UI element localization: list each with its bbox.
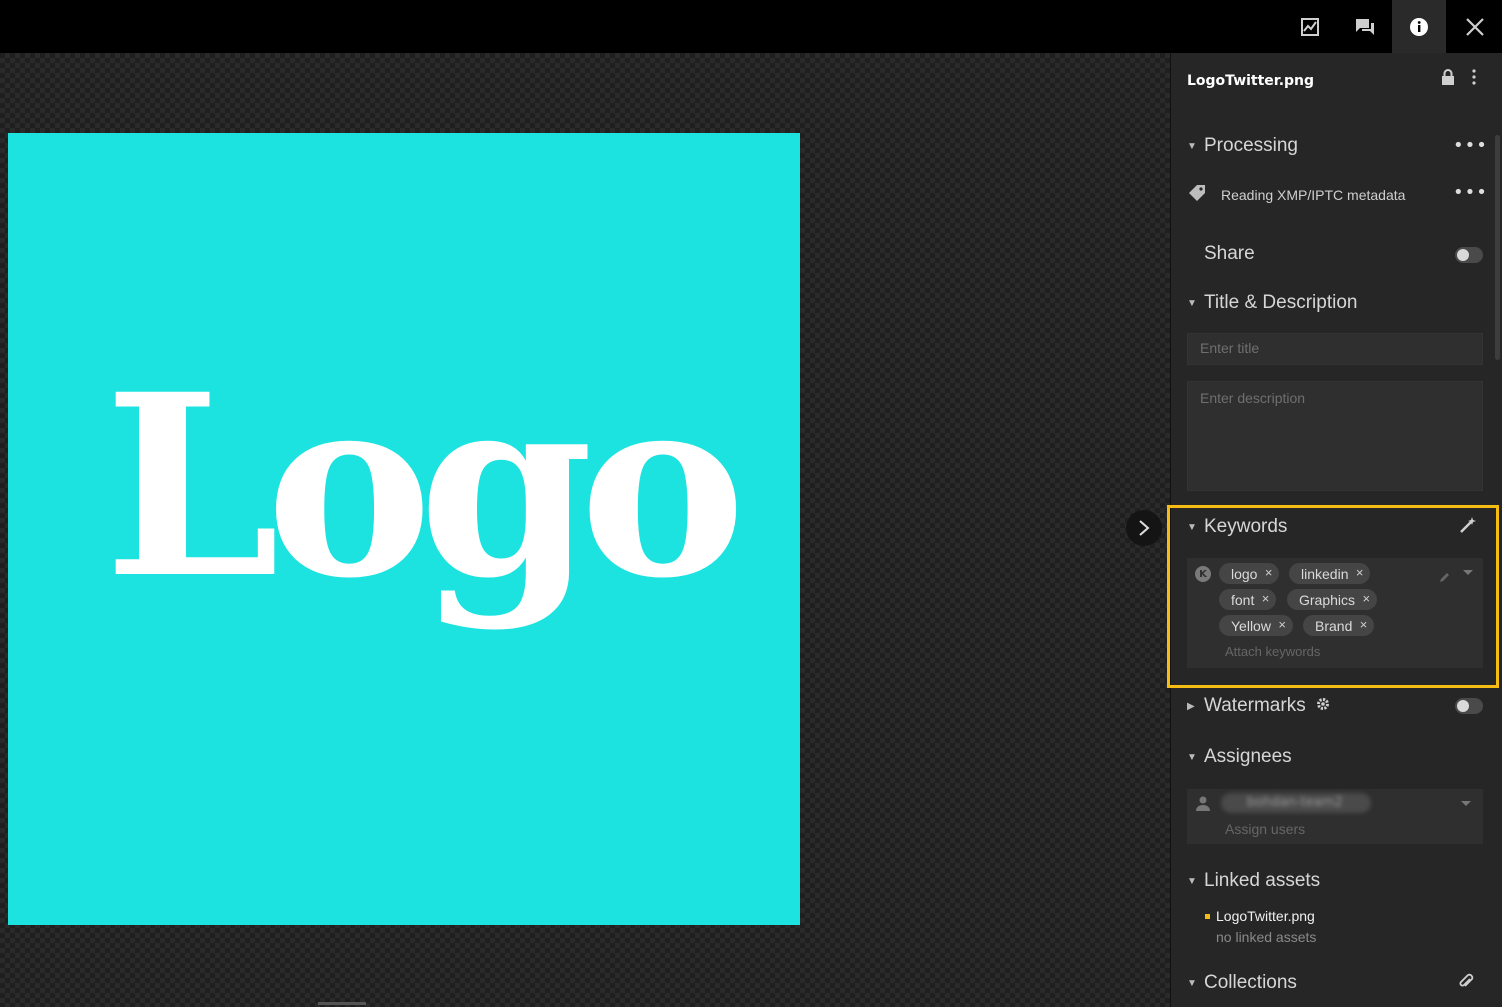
assignees-title: Assignees: [1204, 746, 1292, 767]
keyword-chip[interactable]: logo ×: [1219, 563, 1280, 584]
panel-scrollbar[interactable]: [1495, 135, 1500, 360]
collections-title: Collections: [1204, 972, 1297, 993]
processing-item: Reading XMP/IPTC metadata: [1187, 183, 1405, 206]
share-section-header: Share: [1204, 243, 1255, 265]
file-name: LogoTwitter.png: [1187, 73, 1315, 89]
preview-image: Logo: [8, 133, 800, 925]
remove-keyword-icon[interactable]: ×: [1278, 617, 1286, 632]
tag-icon: [1187, 183, 1207, 206]
caret-down-icon: ▼: [1187, 521, 1197, 533]
description-textarea[interactable]: Enter description: [1187, 381, 1483, 491]
keyword-chip-label: Brand: [1315, 617, 1353, 634]
assignee-chip[interactable]: bohdan-team2: [1221, 793, 1371, 813]
paperclip-icon[interactable]: [1458, 973, 1474, 995]
gear-icon[interactable]: [1316, 695, 1330, 717]
processing-more-icon[interactable]: •••: [1453, 135, 1488, 156]
preview-image-text: Logo: [104, 339, 746, 633]
filmstrip-handle[interactable]: [318, 1002, 366, 1005]
remove-keyword-icon[interactable]: ×: [1362, 591, 1370, 606]
collapse-panel-button[interactable]: [1126, 510, 1162, 546]
caret-right-icon: ▶: [1187, 700, 1195, 712]
title-description-section-header[interactable]: ▼ Title & Description: [1187, 292, 1357, 314]
lock-icon[interactable]: [1441, 69, 1455, 89]
top-toolbar: [0, 0, 1502, 53]
linked-assets-section-header[interactable]: ▼ Linked assets: [1187, 870, 1320, 892]
magic-wand-icon[interactable]: [1458, 515, 1478, 539]
close-icon[interactable]: [1448, 0, 1502, 53]
user-icon: [1195, 795, 1211, 815]
title-input-placeholder: Enter title: [1200, 340, 1260, 356]
keywords-placeholder: Attach keywords: [1225, 644, 1321, 659]
keyword-chip-label: logo: [1231, 565, 1258, 582]
remove-keyword-icon[interactable]: ×: [1265, 565, 1273, 580]
current-asset-dot: [1205, 914, 1210, 919]
collections-section-header[interactable]: ▼ Collections: [1187, 972, 1297, 994]
watermarks-section-header[interactable]: ▶ Watermarks: [1187, 695, 1330, 717]
processing-title: Processing: [1204, 135, 1298, 156]
dropdown-arrow-icon[interactable]: [1461, 801, 1471, 806]
asset-viewer: Logo: [0, 53, 1170, 1007]
more-options-icon[interactable]: [1471, 69, 1477, 89]
caret-down-icon: ▼: [1187, 977, 1197, 989]
keyword-chip-label: Yellow: [1231, 617, 1271, 634]
keywords-section-header[interactable]: ▼ Keywords: [1187, 516, 1287, 538]
keyword-chip[interactable]: font ×: [1219, 589, 1277, 610]
caret-down-icon: ▼: [1187, 875, 1197, 887]
keyword-chip-label: font: [1231, 591, 1255, 608]
keyword-chip[interactable]: linkedin ×: [1289, 563, 1371, 584]
linked-assets-status: no linked assets: [1216, 929, 1317, 945]
watermarks-title: Watermarks: [1204, 695, 1306, 716]
title-input[interactable]: Enter title: [1187, 333, 1483, 365]
dropdown-arrow-icon[interactable]: [1463, 570, 1473, 575]
keyword-chip[interactable]: Brand ×: [1303, 615, 1375, 636]
watermarks-toggle[interactable]: [1455, 698, 1483, 714]
comments-icon[interactable]: [1338, 0, 1392, 53]
title-description-title: Title & Description: [1204, 292, 1358, 313]
keyword-chip[interactable]: Yellow ×: [1219, 615, 1293, 636]
chart-icon[interactable]: [1283, 0, 1337, 53]
remove-keyword-icon[interactable]: ×: [1356, 565, 1364, 580]
info-panel: LogoTwitter.png ▼ Processing ••• Reading…: [1167, 53, 1502, 1007]
keyword-chip[interactable]: Graphics ×: [1287, 589, 1378, 610]
keyword-chip-label: linkedin: [1301, 565, 1349, 582]
keywords-input[interactable]: K logo × linkedin × font × Graphics × Yellow…: [1187, 558, 1483, 668]
remove-keyword-icon[interactable]: ×: [1360, 617, 1368, 632]
keyword-badge-icon: K: [1195, 566, 1211, 582]
processing-item-more-icon[interactable]: •••: [1453, 182, 1488, 203]
description-placeholder: Enter description: [1200, 390, 1306, 406]
linked-asset-name[interactable]: LogoTwitter.png: [1216, 908, 1315, 924]
processing-section-header[interactable]: ▼ Processing: [1187, 135, 1298, 157]
edit-icon[interactable]: [1439, 568, 1451, 587]
keyword-chip-label: Graphics: [1299, 591, 1356, 608]
assign-users-placeholder: Assign users: [1225, 821, 1306, 837]
assignees-input[interactable]: bohdan-team2 Assign users: [1187, 789, 1483, 844]
caret-down-icon: ▼: [1187, 297, 1197, 309]
chevron-right-icon: [1139, 520, 1150, 536]
assignees-section-header[interactable]: ▼ Assignees: [1187, 746, 1292, 768]
info-icon[interactable]: [1392, 0, 1446, 53]
processing-item-label: Reading XMP/IPTC metadata: [1221, 186, 1406, 203]
share-title: Share: [1204, 243, 1255, 264]
keywords-title: Keywords: [1204, 516, 1288, 537]
linked-assets-title: Linked assets: [1204, 870, 1321, 891]
caret-down-icon: ▼: [1187, 751, 1197, 763]
remove-keyword-icon[interactable]: ×: [1262, 591, 1270, 606]
share-toggle[interactable]: [1455, 247, 1483, 263]
caret-down-icon: ▼: [1187, 140, 1197, 152]
